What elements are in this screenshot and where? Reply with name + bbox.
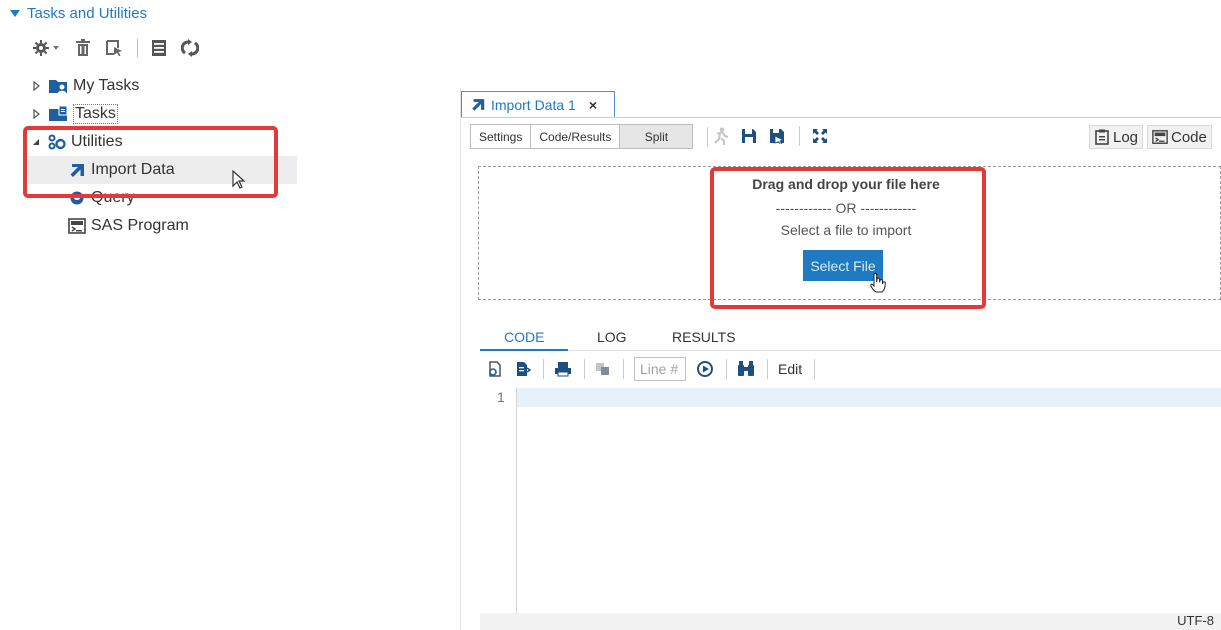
edit-menu[interactable]: Edit <box>778 361 802 377</box>
toolbar-separator <box>137 39 138 57</box>
tree-item-my-tasks[interactable]: My Tasks <box>30 73 139 99</box>
format-code-icon[interactable] <box>515 361 531 377</box>
toolbar-separator <box>707 127 708 147</box>
maximize-icon[interactable] <box>812 128 828 144</box>
tab-log[interactable]: LOG <box>597 329 627 345</box>
toolbar-separator <box>584 359 585 379</box>
status-bar <box>480 613 1221 630</box>
tree-item-label: SAS Program <box>91 217 189 234</box>
toolbar-separator <box>623 359 624 379</box>
toolbar-separator <box>799 126 800 146</box>
view-mode-switch: Settings Code/Results Split <box>470 124 694 149</box>
tab-import-data-1[interactable]: Import Data 1 × <box>461 91 615 117</box>
folder-user-icon <box>48 78 68 94</box>
panel-divider <box>460 88 461 630</box>
tasks-and-utilities-header[interactable]: Tasks and Utilities <box>10 5 147 22</box>
toolbar-separator <box>543 359 544 379</box>
new-task-icon[interactable] <box>33 39 61 57</box>
delete-icon[interactable] <box>75 39 91 57</box>
code-button[interactable]: Code <box>1147 125 1212 149</box>
tabs-baseline <box>480 350 1221 351</box>
tree-item-label: Tasks <box>73 104 118 124</box>
active-tab-indicator <box>480 349 568 351</box>
import-icon <box>470 97 486 112</box>
tab-label: Import Data 1 <box>491 96 576 113</box>
tab-results[interactable]: RESULTS <box>672 329 736 345</box>
tab-code[interactable]: CODE <box>504 329 544 345</box>
find-icon[interactable] <box>737 361 755 377</box>
line-number-input[interactable]: Line # <box>634 357 686 381</box>
log-button[interactable]: Log <box>1089 125 1144 149</box>
collapse-triangle-icon[interactable] <box>10 10 20 17</box>
task-toolbar <box>713 126 840 146</box>
log-button-label: Log <box>1113 128 1139 146</box>
close-tab-icon[interactable]: × <box>589 97 597 113</box>
line-number: 1 <box>497 389 505 405</box>
view-split-button[interactable]: Split <box>620 125 693 148</box>
toolbar-separator <box>814 359 816 379</box>
copy-icon[interactable] <box>595 361 611 377</box>
expand-triangle-icon[interactable] <box>30 80 42 92</box>
run-icon[interactable] <box>713 127 729 145</box>
highlight-box-utilities <box>23 126 278 198</box>
refresh-icon[interactable] <box>181 39 199 57</box>
toolbar-separator <box>726 359 727 379</box>
view-code-results-button[interactable]: Code/Results <box>531 125 621 148</box>
open-icon[interactable] <box>105 39 123 57</box>
code-button-label: Code <box>1171 128 1207 146</box>
current-line-highlight[interactable] <box>517 388 1221 407</box>
code-icon <box>1152 129 1168 145</box>
tree-item-sas-program[interactable]: SAS Program <box>68 213 189 239</box>
sas-program-icon <box>68 218 86 234</box>
properties-icon[interactable] <box>151 39 167 57</box>
expand-triangle-icon[interactable] <box>30 108 42 120</box>
print-icon[interactable] <box>554 361 572 377</box>
save-as-icon[interactable] <box>769 128 787 144</box>
code-toolbar: Line # Edit <box>487 357 825 381</box>
folder-tasks-icon <box>48 106 68 122</box>
tree-item-label: My Tasks <box>73 77 140 94</box>
highlight-box-select-file <box>710 167 986 309</box>
editor-gutter <box>480 387 517 613</box>
tree-item-tasks[interactable]: Tasks <box>30 101 118 127</box>
tasks-toolbar <box>33 39 213 57</box>
log-icon <box>1094 129 1110 145</box>
undo-icon[interactable] <box>487 361 503 377</box>
tab-bar-underline <box>461 117 1221 118</box>
run-code-icon[interactable] <box>696 360 714 378</box>
encoding-label: UTF-8 <box>1177 613 1214 628</box>
view-settings-button[interactable]: Settings <box>471 125 532 148</box>
save-icon[interactable] <box>741 128 757 144</box>
toolbar-separator <box>767 359 768 379</box>
section-title: Tasks and Utilities <box>27 5 148 22</box>
